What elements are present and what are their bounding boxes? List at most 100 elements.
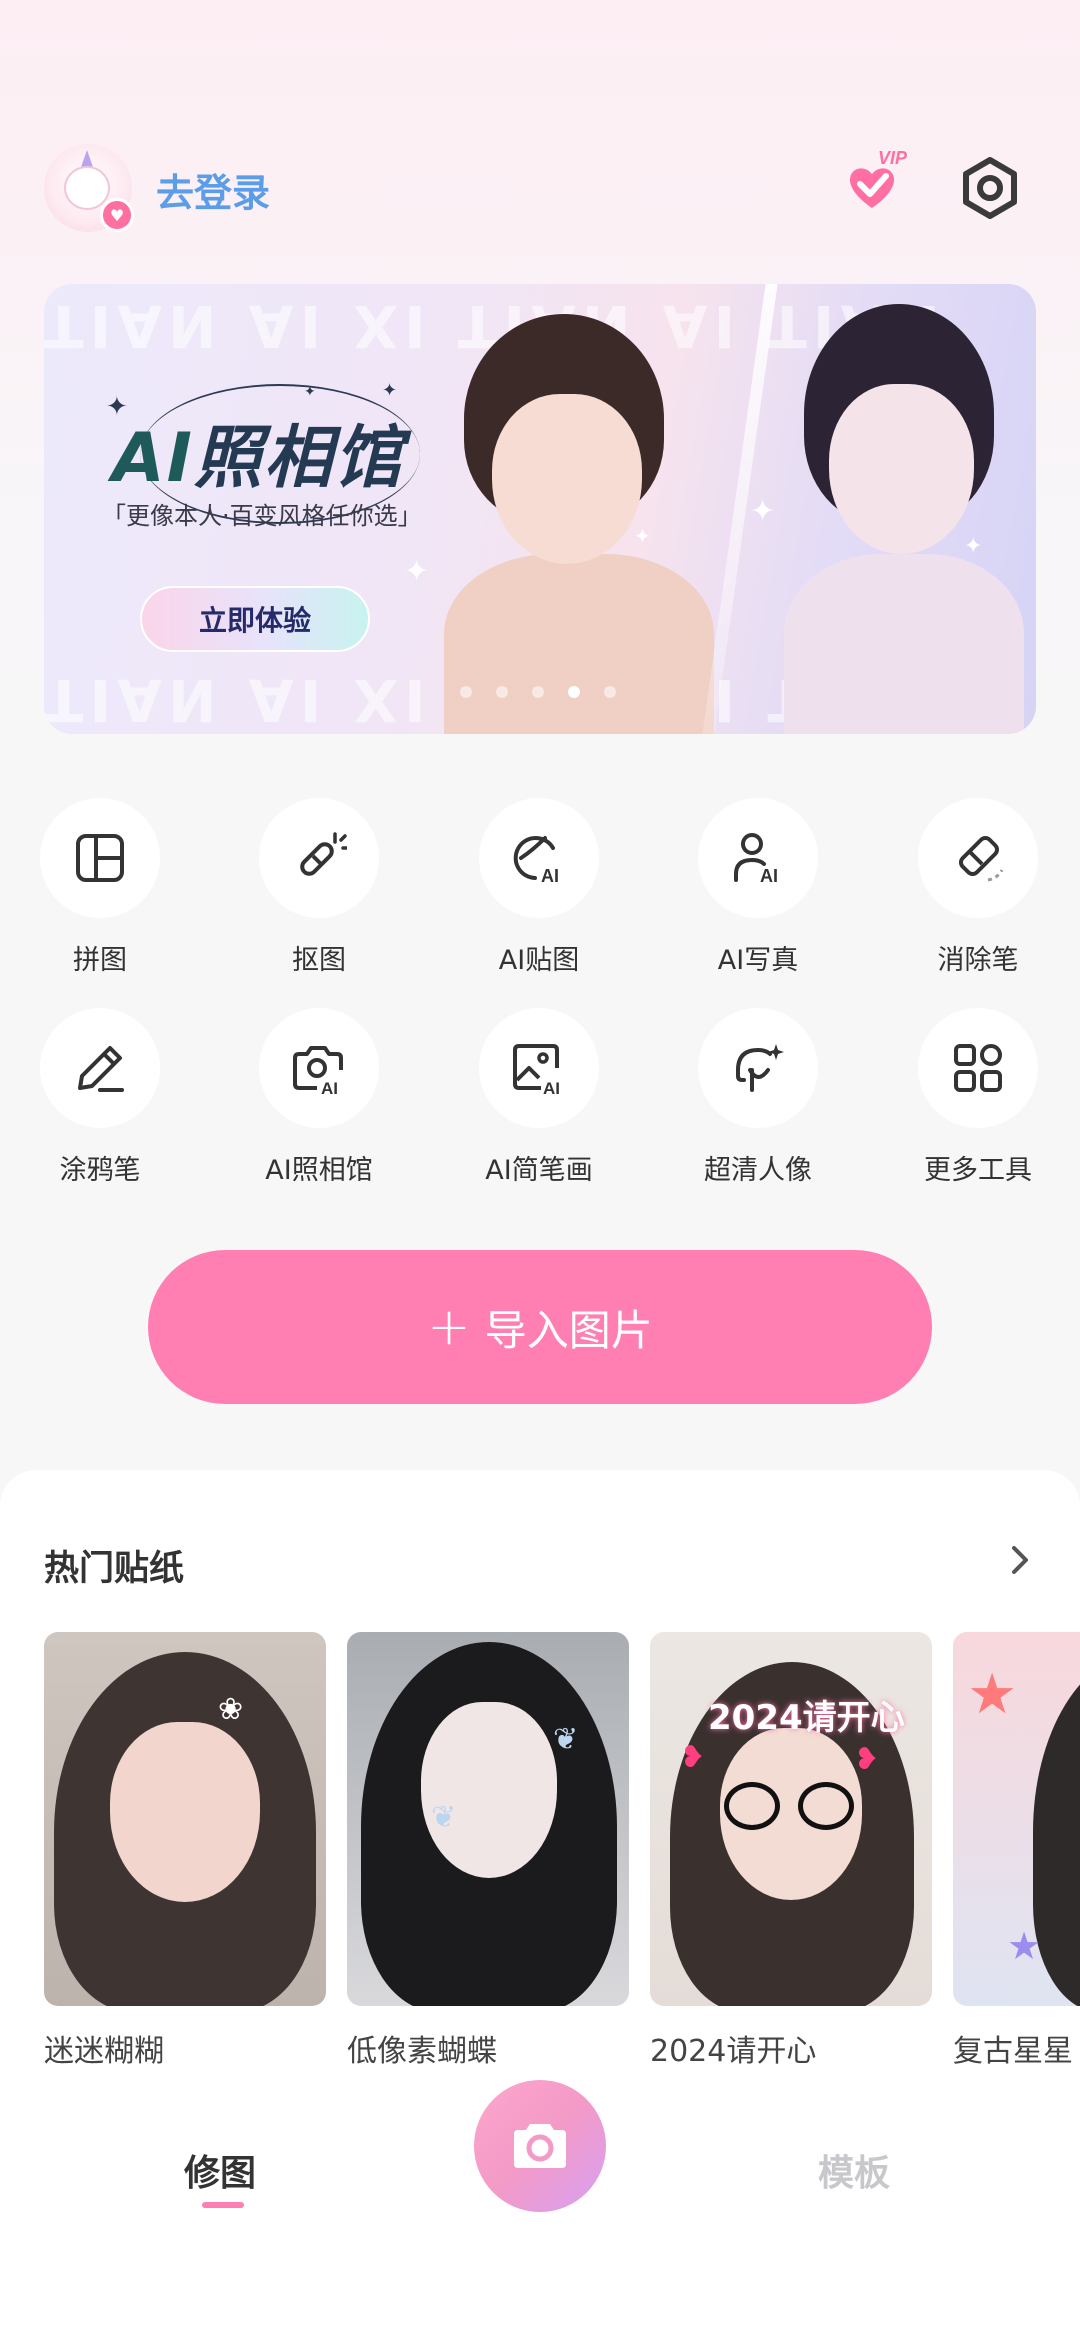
tool-ai-sketch[interactable]: AI AI简笔画	[439, 1008, 639, 1208]
sparkle-icon: ✦	[304, 384, 316, 400]
ai-sticker-icon: AI	[513, 836, 559, 886]
svg-text:AI: AI	[541, 866, 559, 886]
sparkle-icon: ✦	[964, 534, 983, 559]
tool-icon-wrap	[259, 798, 379, 918]
model-1-face	[492, 394, 642, 564]
sticker-carousel[interactable]: ❀ 迷迷糊糊 ❦ ❦ 低像素蝴蝶 2024请开心 ❥ ❥ 2024请开心 ★ ★…	[44, 1632, 1080, 2072]
tool-label: 消除笔	[937, 945, 1019, 976]
vip-heart-icon[interactable]: VIP	[836, 146, 916, 226]
butterfly-sticker-icon: ❦	[431, 1800, 457, 1835]
thumb-face	[110, 1722, 260, 1902]
sparkle-icon: ✦	[404, 554, 430, 589]
bow-sticker-icon: ❀	[218, 1692, 244, 1727]
thumb-face	[421, 1702, 557, 1878]
tool-doodle[interactable]: 涂鸦笔	[0, 1008, 200, 1208]
promo-banner[interactable]: TIAN AI XI TIAN AI TIAN TIAN AI XI TIAN …	[44, 284, 1036, 734]
sparkle-icon: ✦	[382, 380, 398, 401]
bow-sticker-icon: ❥	[680, 1740, 706, 1775]
sticker-card[interactable]: ❀ 迷迷糊糊	[44, 1632, 326, 2070]
tab-edit[interactable]: 修图	[184, 2144, 256, 2196]
sticker-label: 迷迷糊糊	[44, 2034, 164, 2069]
header: ♥ 去登录 VIP	[0, 140, 1080, 236]
collage-icon	[76, 834, 124, 882]
tool-more[interactable]: 更多工具	[878, 1008, 1078, 1208]
sticker-label: 复古星星	[953, 2034, 1073, 2069]
sticker-card[interactable]: 2024请开心 ❥ ❥ 2024请开心	[650, 1632, 932, 2070]
import-photo-button[interactable]: + 导入图片	[148, 1250, 932, 1404]
camera-icon	[514, 2124, 566, 2168]
ai-camera-icon: AI	[293, 1046, 343, 1096]
carousel-dot[interactable]	[532, 686, 544, 698]
tool-label: AI贴图	[498, 945, 580, 976]
carousel-dot[interactable]	[460, 686, 472, 698]
import-photo-label: 导入图片	[484, 1305, 653, 1355]
sticker-thumbnail: ❀	[44, 1632, 326, 2006]
tool-label: 超清人像	[704, 1155, 812, 1186]
carousel-dot[interactable]	[496, 686, 508, 698]
sticker-thumbnail: ❦ ❦	[347, 1632, 629, 2006]
sticker-overlay-text: 2024请开心	[708, 1698, 905, 1738]
sparkle-icon: ✦	[634, 524, 651, 548]
sticker-card[interactable]: ★ ★ 复古星星	[953, 1632, 1080, 2070]
tool-label: AI简笔画	[485, 1155, 593, 1186]
sticker-label: 2024请开心	[650, 2034, 817, 2069]
svg-text:AI: AI	[760, 866, 778, 886]
tool-icon-wrap	[698, 1008, 818, 1128]
settings-icon[interactable]	[952, 150, 1028, 226]
bottom-navigation: 修图 模板	[0, 2080, 1080, 2340]
banner-title: AI照相馆	[112, 402, 404, 501]
bow-sticker-icon: ❥	[854, 1742, 880, 1777]
ai-portrait-icon: AI	[734, 833, 778, 886]
sticker-label: 低像素蝴蝶	[347, 2034, 497, 2069]
glasses-right-lens	[798, 1782, 854, 1830]
tool-cutout[interactable]: 抠图	[219, 798, 419, 998]
svg-text:AI: AI	[321, 1079, 338, 1096]
tool-label: 更多工具	[924, 1155, 1032, 1186]
tool-hd-portrait[interactable]: 超清人像	[658, 1008, 858, 1208]
section-title: 热门贴纸	[44, 1549, 185, 1589]
tool-icon-wrap	[40, 1008, 160, 1128]
tool-eraser[interactable]: 消除笔	[878, 798, 1078, 998]
camera-button[interactable]	[474, 2080, 606, 2212]
tool-label: 涂鸦笔	[59, 1155, 141, 1186]
model-1-body	[444, 554, 714, 734]
sticker-thumbnail: 2024请开心 ❥ ❥	[650, 1632, 932, 2006]
tool-label: 拼图	[73, 945, 127, 976]
carousel-dot[interactable]	[604, 686, 616, 698]
tool-icon-wrap	[918, 1008, 1038, 1128]
hd-portrait-icon	[736, 1044, 784, 1092]
plus-icon: +	[427, 1297, 471, 1357]
ai-sketch-icon: AI	[513, 1044, 560, 1096]
tool-ai-sticker[interactable]: AI AI贴图	[439, 798, 639, 998]
star-sticker-icon: ★	[967, 1662, 1018, 1727]
tool-label: AI写真	[717, 945, 799, 976]
tool-ai-studio[interactable]: AI AI照相馆	[219, 1008, 419, 1208]
tool-icon-wrap: AI	[479, 1008, 599, 1128]
tool-icon-wrap: AI	[479, 798, 599, 918]
sticker-thumbnail: ★ ★	[953, 1632, 1080, 2006]
banner-title-rest: 照相馆	[193, 419, 404, 498]
carousel-dots	[460, 686, 616, 698]
try-now-button[interactable]: 立即体验	[140, 586, 370, 652]
tool-label: 抠图	[292, 945, 346, 976]
tool-icon-wrap: AI	[259, 1008, 379, 1128]
butterfly-sticker-icon: ❦	[553, 1722, 579, 1757]
chevron-right-icon[interactable]	[1000, 1540, 1040, 1580]
active-tab-indicator	[202, 2202, 244, 2208]
carousel-dot-active[interactable]	[568, 686, 580, 698]
tool-collage[interactable]: 拼图	[0, 798, 200, 998]
vip-text: VIP	[878, 148, 908, 168]
tool-ai-portrait[interactable]: AI AI写真	[658, 798, 858, 998]
heart-badge-icon: ♥	[100, 198, 134, 232]
banner-title-ai: AI	[112, 419, 194, 498]
tool-icon-wrap	[918, 798, 1038, 918]
star-sticker-icon: ★	[1007, 1924, 1042, 1968]
login-link[interactable]: 去登录	[156, 162, 270, 217]
sticker-card[interactable]: ❦ ❦ 低像素蝴蝶	[347, 1632, 629, 2070]
tab-templates[interactable]: 模板	[818, 2144, 890, 2196]
avatar[interactable]: ♥	[44, 144, 134, 232]
svg-text:AI: AI	[543, 1079, 560, 1096]
tool-label: AI照相馆	[265, 1155, 373, 1186]
model-2-face	[829, 384, 974, 554]
more-tools-grid-icon	[954, 1044, 1002, 1092]
